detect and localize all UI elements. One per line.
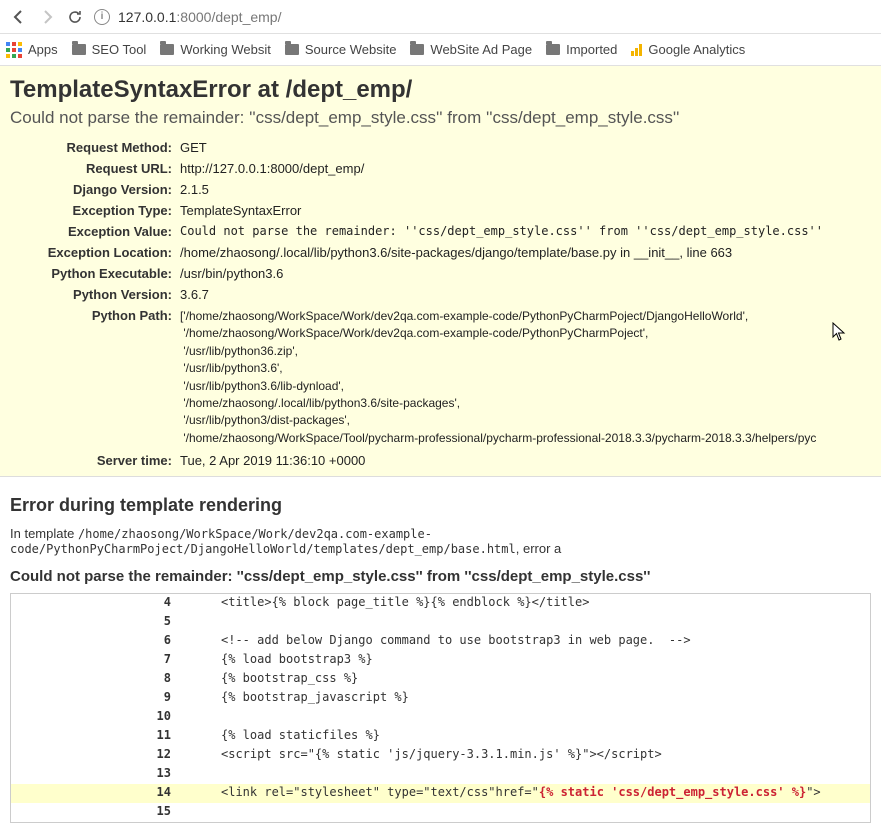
back-button[interactable] bbox=[10, 8, 28, 26]
line-number: 9 bbox=[11, 689, 181, 708]
line-number: 6 bbox=[11, 632, 181, 651]
bookmark-apps[interactable]: Apps bbox=[6, 42, 58, 58]
bookmark-label: WebSite Ad Page bbox=[430, 42, 532, 57]
url-port: :8000 bbox=[176, 9, 211, 25]
url-text: 127.0.0.1:8000/dept_emp/ bbox=[118, 9, 282, 25]
apps-icon bbox=[6, 42, 22, 58]
code-line: 7{% load bootstrap3 %} bbox=[11, 651, 870, 670]
code-listing: 4<title>{% block page_title %}{% endbloc… bbox=[10, 593, 871, 823]
bookmark-label: Google Analytics bbox=[648, 42, 745, 57]
line-content: <link rel="stylesheet" type="text/css"hr… bbox=[181, 784, 870, 803]
detail-key: Request URL: bbox=[10, 159, 180, 178]
bookmark-label: Working Websit bbox=[180, 42, 271, 57]
bookmark-working-website[interactable]: Working Websit bbox=[160, 42, 271, 57]
detail-key: Django Version: bbox=[10, 180, 180, 199]
bookmark-label: SEO Tool bbox=[92, 42, 147, 57]
line-content bbox=[181, 803, 870, 822]
analytics-icon bbox=[631, 44, 642, 56]
line-content: <title>{% block page_title %}{% endblock… bbox=[181, 594, 870, 613]
detail-key: Server time: bbox=[10, 451, 180, 470]
detail-key: Python Executable: bbox=[10, 264, 180, 283]
detail-value: /home/zhaosong/.local/lib/python3.6/site… bbox=[180, 243, 871, 262]
detail-value: GET bbox=[180, 138, 871, 157]
folder-icon bbox=[160, 44, 174, 55]
detail-value: 2.1.5 bbox=[180, 180, 871, 199]
error-title: TemplateSyntaxError at /dept_emp/ bbox=[10, 76, 871, 104]
line-number: 11 bbox=[11, 727, 181, 746]
line-content: {% load bootstrap3 %} bbox=[181, 651, 870, 670]
code-line: 13 bbox=[11, 765, 870, 784]
bookmarks-bar: Apps SEO Tool Working Websit Source Webs… bbox=[0, 34, 881, 66]
detail-value: http://127.0.0.1:8000/dept_emp/ bbox=[180, 159, 871, 178]
site-info-icon[interactable]: i bbox=[94, 9, 110, 25]
template-error-section: Error during template rendering In templ… bbox=[0, 477, 881, 833]
detail-value: Tue, 2 Apr 2019 11:36:10 +0000 bbox=[180, 451, 871, 470]
detail-value: 3.6.7 bbox=[180, 285, 871, 304]
detail-key: Exception Location: bbox=[10, 243, 180, 262]
line-content: {% bootstrap_javascript %} bbox=[181, 689, 870, 708]
line-number: 5 bbox=[11, 613, 181, 632]
bookmark-label: Apps bbox=[28, 42, 58, 57]
code-line: 8{% bootstrap_css %} bbox=[11, 670, 870, 689]
detail-value: Could not parse the remainder: ''css/dep… bbox=[180, 222, 871, 241]
line-number: 4 bbox=[11, 594, 181, 613]
line-number: 7 bbox=[11, 651, 181, 670]
bookmark-source-website[interactable]: Source Website bbox=[285, 42, 397, 57]
detail-key: Python Version: bbox=[10, 285, 180, 304]
line-number: 14 bbox=[11, 784, 181, 803]
line-number: 10 bbox=[11, 708, 181, 727]
template-path: /home/zhaosong/WorkSpace/Work/dev2qa.com… bbox=[10, 527, 516, 556]
line-number: 13 bbox=[11, 765, 181, 784]
line-content bbox=[181, 613, 870, 632]
line-content: {% load staticfiles %} bbox=[181, 727, 870, 746]
bookmark-google-analytics[interactable]: Google Analytics bbox=[631, 42, 745, 57]
reload-button[interactable] bbox=[66, 8, 84, 26]
url-host: 127.0.0.1 bbox=[118, 9, 176, 25]
line-number: 15 bbox=[11, 803, 181, 822]
url-bar[interactable]: i 127.0.0.1:8000/dept_emp/ bbox=[94, 9, 871, 25]
bookmark-seo-tool[interactable]: SEO Tool bbox=[72, 42, 147, 57]
detail-key: Python Path: bbox=[10, 306, 180, 449]
bookmark-website-ad-page[interactable]: WebSite Ad Page bbox=[410, 42, 532, 57]
browser-toolbar: i 127.0.0.1:8000/dept_emp/ bbox=[0, 0, 881, 34]
folder-icon bbox=[546, 44, 560, 55]
folder-icon bbox=[410, 44, 424, 55]
bookmark-label: Imported bbox=[566, 42, 617, 57]
line-content: {% bootstrap_css %} bbox=[181, 670, 870, 689]
line-content bbox=[181, 708, 870, 727]
detail-key: Exception Type: bbox=[10, 201, 180, 220]
error-details-table: Request Method:GETRequest URL:http://127… bbox=[10, 138, 871, 470]
template-path-line: In template /home/zhaosong/WorkSpace/Wor… bbox=[10, 526, 871, 556]
code-line: 15 bbox=[11, 803, 870, 822]
error-summary: TemplateSyntaxError at /dept_emp/ Could … bbox=[0, 66, 881, 477]
code-line: 5 bbox=[11, 613, 870, 632]
folder-icon bbox=[285, 44, 299, 55]
bookmark-imported[interactable]: Imported bbox=[546, 42, 617, 57]
detail-value: /usr/bin/python3.6 bbox=[180, 264, 871, 283]
parse-error-heading: Could not parse the remainder: ''css/dep… bbox=[10, 568, 871, 585]
section-heading: Error during template rendering bbox=[10, 495, 871, 516]
forward-button[interactable] bbox=[38, 8, 56, 26]
code-line: 14<link rel="stylesheet" type="text/css"… bbox=[11, 784, 870, 803]
detail-value: TemplateSyntaxError bbox=[180, 201, 871, 220]
detail-key: Request Method: bbox=[10, 138, 180, 157]
browser-chrome: i 127.0.0.1:8000/dept_emp/ Apps SEO Tool… bbox=[0, 0, 881, 66]
error-subtitle: Could not parse the remainder: ''css/dep… bbox=[10, 108, 871, 128]
in-template-prefix: In template bbox=[10, 526, 78, 541]
folder-icon bbox=[72, 44, 86, 55]
line-content bbox=[181, 765, 870, 784]
detail-value: ['/home/zhaosong/WorkSpace/Work/dev2qa.c… bbox=[180, 306, 871, 449]
code-line: 9{% bootstrap_javascript %} bbox=[11, 689, 870, 708]
code-line: 6<!-- add below Django command to use bo… bbox=[11, 632, 870, 651]
url-path: /dept_emp/ bbox=[211, 9, 281, 25]
error-fragment: {% static 'css/dept_emp_style.css' %} bbox=[539, 785, 806, 799]
code-line: 4<title>{% block page_title %}{% endbloc… bbox=[11, 594, 870, 613]
detail-key: Exception Value: bbox=[10, 222, 180, 241]
line-content: <!-- add below Django command to use boo… bbox=[181, 632, 870, 651]
bookmark-label: Source Website bbox=[305, 42, 397, 57]
code-line: 10 bbox=[11, 708, 870, 727]
line-number: 8 bbox=[11, 670, 181, 689]
code-line: 11{% load staticfiles %} bbox=[11, 727, 870, 746]
in-template-suffix: , error a bbox=[516, 541, 562, 556]
